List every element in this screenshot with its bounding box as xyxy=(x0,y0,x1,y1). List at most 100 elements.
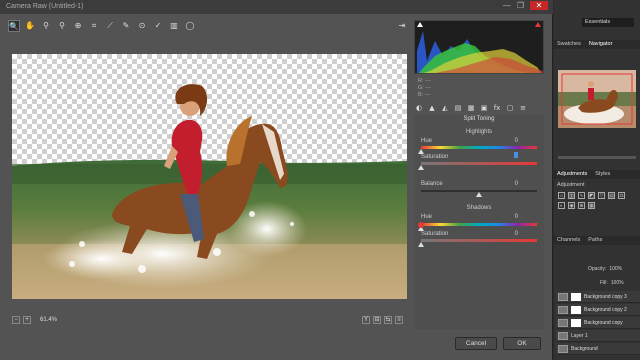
layer-name: Background xyxy=(571,345,598,352)
highlight-clipping-icon[interactable] xyxy=(535,22,541,27)
image-canvas[interactable] xyxy=(12,54,407,299)
zoom-level[interactable]: 61.4% xyxy=(40,317,57,323)
tone-curve-tab-icon[interactable]: ▲ xyxy=(428,104,436,112)
workspace-switcher[interactable]: Essentials xyxy=(582,18,634,27)
maximize-button[interactable]: ❐ xyxy=(517,1,524,10)
balance-thumb[interactable] xyxy=(476,192,482,197)
graduated-filter-tool-icon[interactable]: ▥ xyxy=(168,20,180,32)
balance-value[interactable]: 0 xyxy=(506,181,518,187)
opacity-value[interactable]: 100% xyxy=(609,266,622,272)
cancel-button[interactable]: Cancel xyxy=(455,337,497,350)
layer-row[interactable]: Background copy xyxy=(556,317,640,329)
tab-channels[interactable]: Channels xyxy=(557,236,580,245)
tab-paths[interactable]: Paths xyxy=(588,236,602,245)
opacity-control: Opacity: 100% xyxy=(588,266,622,272)
navigator-thumbnail[interactable] xyxy=(558,70,636,128)
presets-tab-icon[interactable]: ≡ xyxy=(519,104,527,112)
layer-name: Background copy xyxy=(584,319,623,326)
adjustments-panel-header: Adjustments Styles xyxy=(554,170,640,179)
split-toning-tab-icon[interactable]: ▦ xyxy=(467,104,475,112)
b-readout: B: --- xyxy=(418,92,431,98)
adjustment-brush-tool-icon[interactable]: ✓ xyxy=(152,20,164,32)
red-eye-tool-icon[interactable]: ⊙ xyxy=(136,20,148,32)
shadow-clipping-icon[interactable] xyxy=(417,22,423,27)
white-balance-tool-icon[interactable]: ⚲ xyxy=(40,20,52,32)
exposure-icon[interactable]: ◩ xyxy=(588,192,595,199)
layer-mask xyxy=(571,305,581,314)
fill-control: Fill: 100% xyxy=(600,280,624,286)
swap-settings-button[interactable]: ⇆ xyxy=(384,316,392,324)
color-balance-icon[interactable]: ⚖ xyxy=(618,192,625,199)
navigator-panel-header: Swatches Navigator xyxy=(554,40,640,49)
layer-row[interactable]: Background xyxy=(556,343,640,355)
straighten-tool-icon[interactable]: ⟋ xyxy=(104,20,116,32)
shadows-saturation-slider[interactable] xyxy=(421,239,537,242)
adjustment-label: Adjustment xyxy=(557,182,585,188)
photo-horse-rider xyxy=(12,84,407,299)
highlights-saturation-thumb[interactable] xyxy=(418,165,424,170)
layer-thumbnail xyxy=(558,331,568,340)
hue-saturation-icon[interactable]: ▤ xyxy=(608,192,615,199)
highlights-saturation-slider[interactable] xyxy=(421,162,537,165)
vibrance-icon[interactable]: ▽ xyxy=(598,192,605,199)
view-menu-button[interactable]: ≡ xyxy=(395,316,403,324)
effects-tab-icon[interactable]: fx xyxy=(493,104,501,112)
curves-icon[interactable]: ∿ xyxy=(578,192,585,199)
camera-calibration-tab-icon[interactable]: ▢ xyxy=(506,104,514,112)
targeted-adjustment-tool-icon[interactable]: ⊕ xyxy=(72,20,84,32)
brightness-icon[interactable]: ☼ xyxy=(558,192,565,199)
shadows-hue-value[interactable]: 0 xyxy=(506,214,518,220)
panel-title: Split Toning xyxy=(463,116,495,122)
layer-thumbnail xyxy=(558,344,568,353)
layer-row[interactable]: Background copy 3 xyxy=(556,291,640,303)
crop-tool-icon[interactable]: ⌗ xyxy=(88,20,100,32)
navigator-zoom-slider[interactable] xyxy=(558,156,636,159)
spot-removal-tool-icon[interactable]: ✎ xyxy=(120,20,132,32)
layer-row[interactable]: Layer 1 xyxy=(556,330,640,342)
layer-row[interactable]: Background copy 2 xyxy=(556,304,640,316)
layer-mask xyxy=(571,318,581,327)
ok-button[interactable]: OK xyxy=(503,337,541,350)
zoom-tool-icon[interactable]: 🔍 xyxy=(8,20,20,32)
layer-name: Layer 1 xyxy=(571,332,588,339)
channel-mixer-icon[interactable]: ⊕ xyxy=(578,202,585,209)
black-white-icon[interactable]: ◐ xyxy=(558,202,565,209)
color-lookup-icon[interactable]: ▦ xyxy=(588,202,595,209)
levels-icon[interactable]: ▥ xyxy=(568,192,575,199)
shadows-hue-label: Hue xyxy=(421,214,433,220)
shadows-hue-slider[interactable] xyxy=(421,223,537,226)
zoom-out-button[interactable]: − xyxy=(12,316,20,324)
shadows-saturation-thumb[interactable] xyxy=(418,242,424,247)
shadows-saturation-value[interactable]: 0 xyxy=(506,231,518,237)
histogram xyxy=(414,20,544,74)
hsl-tab-icon[interactable]: ▤ xyxy=(454,104,462,112)
window-title: Camera Raw (Untitled-1) xyxy=(0,0,553,14)
highlights-hue-value[interactable]: 0 xyxy=(506,138,518,144)
fill-value[interactable]: 100% xyxy=(611,280,624,286)
highlights-hue-slider[interactable] xyxy=(421,146,537,149)
hand-tool-icon[interactable]: ✋ xyxy=(24,20,36,32)
basic-tab-icon[interactable]: ◐ xyxy=(415,104,423,112)
tab-navigator[interactable]: Navigator xyxy=(589,40,613,49)
detail-tab-icon[interactable]: ◭ xyxy=(441,104,449,112)
color-sampler-tool-icon[interactable]: ⚲ xyxy=(56,20,68,32)
layers-panel-header: Channels Paths xyxy=(554,236,640,245)
tab-swatches[interactable]: Swatches xyxy=(557,40,581,49)
toggle-settings-button[interactable]: ⊟ xyxy=(373,316,381,324)
fill-label: Fill: xyxy=(600,280,608,286)
camera-raw-window: Camera Raw (Untitled-1) — ❐ ✕ 🔍 ✋ ⚲ ⚲ ⊕ … xyxy=(0,0,553,360)
balance-label: Balance xyxy=(421,181,443,187)
preferences-icon[interactable]: ⇥ xyxy=(396,20,408,32)
cursor-indicator xyxy=(418,222,424,228)
before-after-toggle[interactable]: Y xyxy=(362,316,370,324)
view-buttons: Y ⊟ ⇆ ≡ xyxy=(362,316,403,324)
tab-adjustments[interactable]: Adjustments xyxy=(557,170,587,179)
photo-filter-icon[interactable]: ◉ xyxy=(568,202,575,209)
radial-filter-tool-icon[interactable]: ◯ xyxy=(184,20,196,32)
minimize-button[interactable]: — xyxy=(503,1,511,10)
lens-tab-icon[interactable]: ▣ xyxy=(480,104,488,112)
tab-styles[interactable]: Styles xyxy=(595,170,610,179)
zoom-in-button[interactable]: + xyxy=(23,316,31,324)
close-button[interactable]: ✕ xyxy=(530,1,548,10)
r-readout: R: --- xyxy=(418,78,431,84)
